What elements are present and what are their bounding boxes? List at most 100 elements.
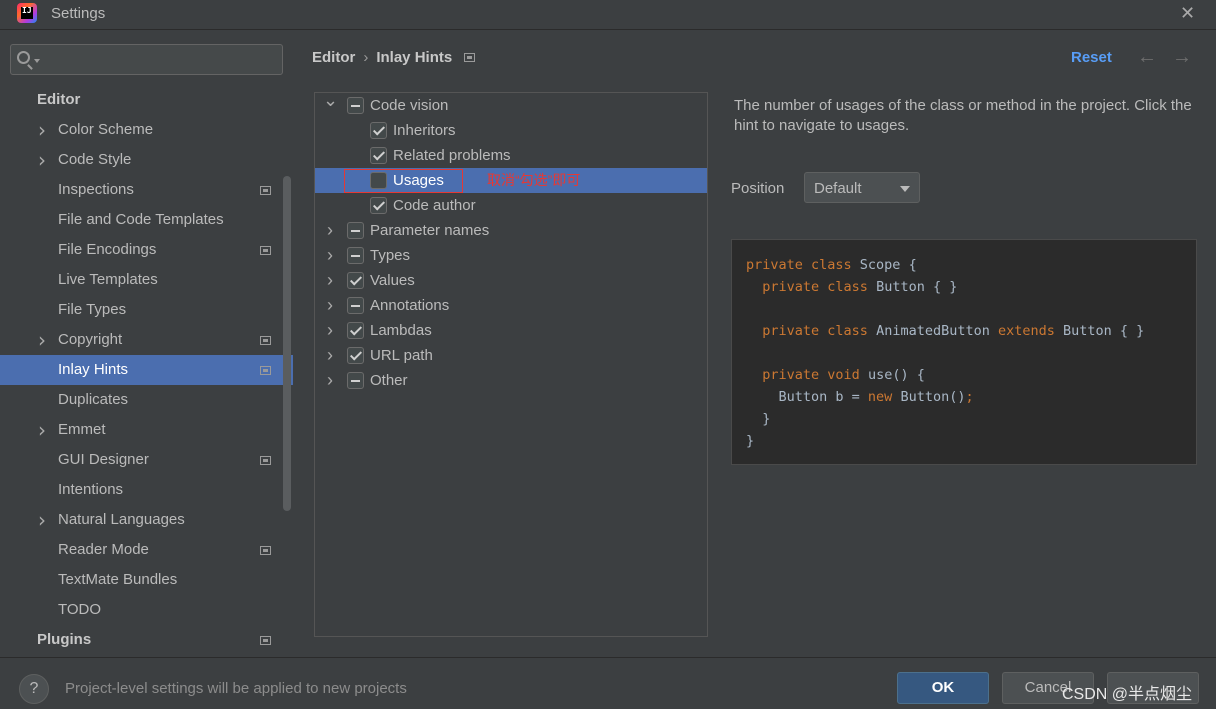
- watermark: CSDN @半点烟尘: [1062, 686, 1193, 703]
- help-button[interactable]: ?: [19, 674, 49, 704]
- code-vision-checkbox[interactable]: [347, 97, 364, 114]
- lambdas-checkbox[interactable]: [347, 322, 364, 339]
- sidebar-item-duplicates[interactable]: Duplicates: [0, 385, 293, 415]
- sidebar-item-label: Natural Languages: [58, 511, 185, 528]
- chevron-right-icon[interactable]: ›: [323, 268, 337, 293]
- chevron-right-icon[interactable]: ›: [323, 218, 337, 243]
- chevron-right-icon[interactable]: ›: [38, 115, 46, 145]
- option-label: Values: [370, 272, 415, 289]
- app-logo-icon: IJ: [17, 3, 37, 23]
- annotations-checkbox[interactable]: [347, 297, 364, 314]
- sidebar-item-natural-languages[interactable]: › Natural Languages: [0, 505, 293, 535]
- sidebar-item-editor[interactable]: Editor: [0, 85, 293, 115]
- sidebar-item-live-templates[interactable]: Live Templates: [0, 265, 293, 295]
- search-icon: [17, 51, 30, 64]
- breadcrumb: Editor › Inlay Hints: [312, 49, 476, 66]
- code-line: private class Button { }: [746, 276, 1196, 298]
- option-row-types[interactable]: › Types: [315, 243, 707, 268]
- option-row-other[interactable]: › Other: [315, 368, 707, 393]
- reset-link[interactable]: Reset: [1071, 49, 1112, 66]
- option-label: Code author: [393, 197, 476, 214]
- position-select[interactable]: Default: [804, 172, 920, 203]
- sidebar-item-file-encodings[interactable]: File Encodings: [0, 235, 293, 265]
- sidebar-item-label: Intentions: [58, 481, 124, 498]
- code-preview: private class Scope { private class Butt…: [731, 239, 1197, 465]
- option-row-parameter-names[interactable]: › Parameter names: [315, 218, 707, 243]
- forward-arrow-icon[interactable]: →: [1172, 46, 1192, 69]
- dialog-footer: ? Project-level settings will be applied…: [0, 657, 1216, 709]
- chevron-right-icon[interactable]: ›: [38, 145, 46, 175]
- ok-button[interactable]: OK: [897, 672, 989, 704]
- search-field[interactable]: [10, 44, 283, 75]
- sidebar-item-textmate-bundles[interactable]: TextMate Bundles: [0, 565, 293, 595]
- code-text: }: [746, 411, 771, 427]
- project-settings-icon: [260, 246, 271, 255]
- position-select-value: Default: [814, 180, 862, 197]
- option-row-usages[interactable]: Usages 取消“勾选”即可: [315, 168, 707, 193]
- sidebar-item-label: TextMate Bundles: [58, 571, 178, 588]
- code-author-checkbox[interactable]: [370, 197, 387, 214]
- sidebar-item-todo[interactable]: TODO: [0, 595, 293, 625]
- search-input[interactable]: [43, 49, 273, 71]
- sidebar-item-color-scheme[interactable]: › Color Scheme: [0, 115, 293, 145]
- project-settings-icon: [260, 456, 271, 465]
- related-problems-checkbox[interactable]: [370, 147, 387, 164]
- sidebar-item-label: Emmet: [58, 421, 106, 438]
- sidebar-item-code-style[interactable]: › Code Style: [0, 145, 293, 175]
- option-row-lambdas[interactable]: › Lambdas: [315, 318, 707, 343]
- sidebar-item-emmet[interactable]: › Emmet: [0, 415, 293, 445]
- search-history-dropdown-icon[interactable]: [34, 59, 40, 63]
- sidebar-item-copyright[interactable]: › Copyright: [0, 325, 293, 355]
- sidebar-item-reader-mode[interactable]: Reader Mode: [0, 535, 293, 565]
- breadcrumb-item-editor[interactable]: Editor: [312, 49, 355, 66]
- code-keyword: private class: [762, 279, 877, 295]
- chevron-right-icon[interactable]: ›: [323, 318, 337, 343]
- option-row-url-path[interactable]: › URL path: [315, 343, 707, 368]
- option-row-code-vision[interactable]: ⌄ Code vision: [315, 90, 707, 118]
- chevron-right-icon[interactable]: ›: [323, 293, 337, 318]
- other-checkbox[interactable]: [347, 372, 364, 389]
- chevron-right-icon[interactable]: ›: [323, 368, 337, 393]
- chevron-right-icon[interactable]: ›: [38, 325, 46, 355]
- sidebar-item-label: Plugins: [37, 631, 92, 648]
- back-arrow-icon[interactable]: ←: [1137, 46, 1157, 69]
- sidebar-item-intentions[interactable]: Intentions: [0, 475, 293, 505]
- sidebar-item-file-types[interactable]: File Types: [0, 295, 293, 325]
- chevron-down-icon[interactable]: ⌄: [323, 88, 338, 113]
- option-row-inheritors[interactable]: Inheritors: [315, 118, 707, 143]
- code-text: Button(): [900, 389, 966, 405]
- option-row-annotations[interactable]: › Annotations: [315, 293, 707, 318]
- option-row-code-author[interactable]: Code author: [315, 193, 707, 218]
- close-icon[interactable]: ✕: [1180, 3, 1195, 24]
- sidebar-scrollbar[interactable]: [283, 176, 291, 511]
- option-label: Related problems: [393, 147, 511, 164]
- sidebar-item-inspections[interactable]: Inspections: [0, 175, 293, 205]
- option-label: Code vision: [370, 97, 449, 114]
- sidebar-item-gui-designer[interactable]: GUI Designer: [0, 445, 293, 475]
- parameter-names-checkbox[interactable]: [347, 222, 364, 239]
- values-checkbox[interactable]: [347, 272, 364, 289]
- types-checkbox[interactable]: [347, 247, 364, 264]
- chevron-right-icon[interactable]: ›: [323, 343, 337, 368]
- code-text: Button b =: [746, 389, 868, 405]
- sidebar-item-label: File Types: [58, 301, 127, 318]
- sidebar-item-file-and-code-templates[interactable]: File and Code Templates: [0, 205, 293, 235]
- option-row-related-problems[interactable]: Related problems: [315, 143, 707, 168]
- chevron-right-icon[interactable]: ›: [38, 415, 46, 445]
- chevron-right-icon[interactable]: ›: [38, 505, 46, 535]
- code-keyword: private void: [762, 367, 868, 383]
- sidebar-item-plugins[interactable]: Plugins: [0, 625, 293, 655]
- chevron-right-icon[interactable]: ›: [323, 243, 337, 268]
- option-label: Other: [370, 372, 408, 389]
- sidebar-item-inlay-hints[interactable]: Inlay Hints: [0, 355, 293, 385]
- code-text: Button { }: [1063, 323, 1145, 339]
- option-row-values[interactable]: › Values: [315, 268, 707, 293]
- inheritors-checkbox[interactable]: [370, 122, 387, 139]
- url-path-checkbox[interactable]: [347, 347, 364, 364]
- option-label: Types: [370, 247, 411, 264]
- code-line: private class AnimatedButton extends But…: [746, 320, 1196, 342]
- code-keyword: private class: [762, 323, 877, 339]
